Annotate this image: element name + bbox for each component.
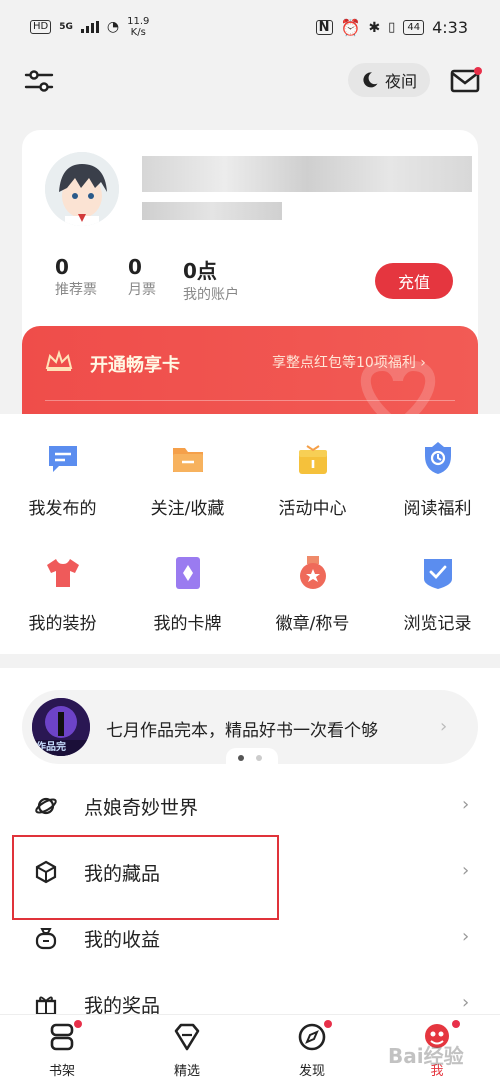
promo-text: 七月作品完本，精品好书一次看个够 — [106, 721, 378, 741]
signal-label: 5G — [59, 22, 73, 32]
grid-item-label: 我的装扮 — [28, 614, 97, 634]
shield-check-icon — [423, 559, 452, 589]
grid-item-follow-fav[interactable]: 关注/收藏 — [125, 440, 250, 519]
user-id-blurred — [142, 202, 282, 220]
nav-tab-discover[interactable]: 发现 — [272, 1020, 352, 1079]
mail-button[interactable] — [450, 67, 482, 95]
chat-icon — [48, 446, 77, 472]
list-item-prizes[interactable]: 我的奖品 › — [0, 978, 500, 1018]
moon-icon — [363, 72, 378, 88]
stat-value: 0点 — [183, 259, 217, 283]
wifi-icon: ◔ — [106, 19, 120, 35]
battery-icon: 44 — [403, 20, 425, 35]
pager-dot-active — [238, 755, 244, 761]
clock-badge-icon — [424, 442, 451, 474]
nav-label: 书架 — [48, 1064, 75, 1079]
gift-icon — [298, 445, 327, 474]
divider — [45, 400, 455, 401]
stat-label: 我的账户 — [183, 287, 239, 303]
grid-item-my-dressup[interactable]: 我的装扮 — [0, 555, 125, 634]
avatar-image — [45, 152, 119, 226]
recharge-button[interactable]: 充值 — [375, 263, 453, 299]
grid-item-label: 浏览记录 — [403, 614, 472, 634]
folder-icon — [172, 448, 203, 472]
vip-subtitle[interactable]: 享整点红包等10项福利 › — [272, 352, 426, 372]
pager-dot — [256, 755, 262, 761]
shirt-icon — [46, 559, 79, 587]
chevron-right-icon: › — [462, 860, 470, 881]
nav-tab-bookshelf[interactable]: 书架 — [22, 1020, 102, 1079]
grid-item-label: 阅读福利 — [403, 499, 472, 519]
promo-image: 作品完 — [32, 698, 90, 756]
bluetooth-icon: ✱ — [368, 19, 381, 36]
grid-item-reading-bonus[interactable]: 阅读福利 — [375, 440, 500, 519]
grid-item-label: 活动中心 — [278, 499, 347, 519]
filter-settings-icon[interactable] — [24, 66, 54, 96]
gift-icon — [35, 996, 57, 1016]
stat-label: 月票 — [128, 282, 156, 298]
watermark: Bai经验 — [388, 1044, 464, 1068]
stat-recommend[interactable]: 0 推荐票 — [55, 255, 97, 299]
card-icon — [175, 557, 200, 589]
chevron-right-icon: › — [462, 794, 470, 815]
compass-icon — [298, 1023, 326, 1051]
list-item-label: 点娘奇妙世界 — [84, 797, 199, 819]
night-mode-toggle[interactable]: 夜间 — [348, 63, 430, 97]
username-blurred — [142, 156, 472, 192]
stat-monthly[interactable]: 0 月票 — [128, 255, 156, 299]
annotation-highlight-box — [12, 835, 279, 920]
grid-item-label: 我的卡牌 — [153, 614, 222, 634]
status-bar: HD 5G ◔ 11.9 K/s N ⏰ ✱ ▯ 44 4:33 — [0, 0, 500, 56]
nfc-icon: N — [315, 20, 333, 35]
stat-account[interactable]: 0点 我的账户 — [183, 255, 239, 304]
notification-dot — [324, 1020, 332, 1028]
promo-image-text: 作品完 — [36, 742, 66, 753]
nav-label: 发现 — [298, 1064, 325, 1079]
grid-item-label: 我发布的 — [28, 499, 97, 519]
grid-item-my-posts[interactable]: 我发布的 — [0, 440, 125, 519]
chevron-right-icon: › — [440, 716, 448, 737]
alarm-icon: ⏰ — [340, 18, 361, 37]
status-left: HD 5G ◔ 11.9 K/s — [30, 16, 149, 38]
planet-icon — [35, 797, 57, 815]
grid-item-label: 徽章/称号 — [275, 614, 350, 634]
list-item-wonder-world[interactable]: 点娘奇妙世界 › — [0, 780, 500, 832]
grid-item-my-cards[interactable]: 我的卡牌 — [125, 555, 250, 634]
speed-value: 11.9 — [127, 16, 150, 27]
nav-label: 精选 — [173, 1064, 200, 1079]
list-item-earnings[interactable]: 我的收益 › — [0, 912, 500, 964]
nav-tab-featured[interactable]: 精选 — [147, 1022, 227, 1079]
crown-icon — [45, 350, 73, 371]
money-bag-icon — [35, 928, 57, 950]
stat-value: 0 — [55, 255, 69, 279]
notification-dot — [474, 67, 482, 75]
notification-dot — [74, 1020, 82, 1028]
grid-item-label: 关注/收藏 — [150, 499, 225, 519]
hd-badge: HD — [30, 20, 52, 34]
vip-subtitle-text: 享整点红包等10项福利 — [272, 355, 416, 371]
notification-dot — [452, 1020, 460, 1028]
stat-label: 推荐票 — [55, 282, 97, 298]
signal-bars-icon — [80, 21, 99, 33]
chevron-right-icon: › — [462, 992, 470, 1013]
bookshelf-icon — [50, 1023, 74, 1051]
chevron-right-icon: › — [462, 926, 470, 947]
medal-icon — [299, 556, 326, 589]
vip-title: 开通畅享卡 — [90, 355, 180, 376]
diamond-icon — [174, 1023, 200, 1051]
grid-item-badges[interactable]: 徽章/称号 — [250, 555, 375, 634]
night-mode-label: 夜间 — [384, 72, 417, 91]
network-speed: 11.9 K/s — [127, 16, 149, 38]
grid-item-activity[interactable]: 活动中心 — [250, 440, 375, 519]
carousel-pager — [226, 748, 278, 768]
clock-time: 4:33 — [432, 18, 468, 37]
speed-unit: K/s — [130, 27, 146, 38]
status-right: N ⏰ ✱ ▯ 44 4:33 — [315, 18, 468, 37]
avatar[interactable] — [45, 152, 119, 226]
chevron-right-icon: › — [420, 355, 426, 371]
grid-item-history[interactable]: 浏览记录 — [375, 555, 500, 634]
vibrate-icon: ▯ — [388, 20, 396, 35]
stat-value: 0 — [128, 255, 142, 279]
list-item-label: 我的收益 — [84, 929, 161, 951]
